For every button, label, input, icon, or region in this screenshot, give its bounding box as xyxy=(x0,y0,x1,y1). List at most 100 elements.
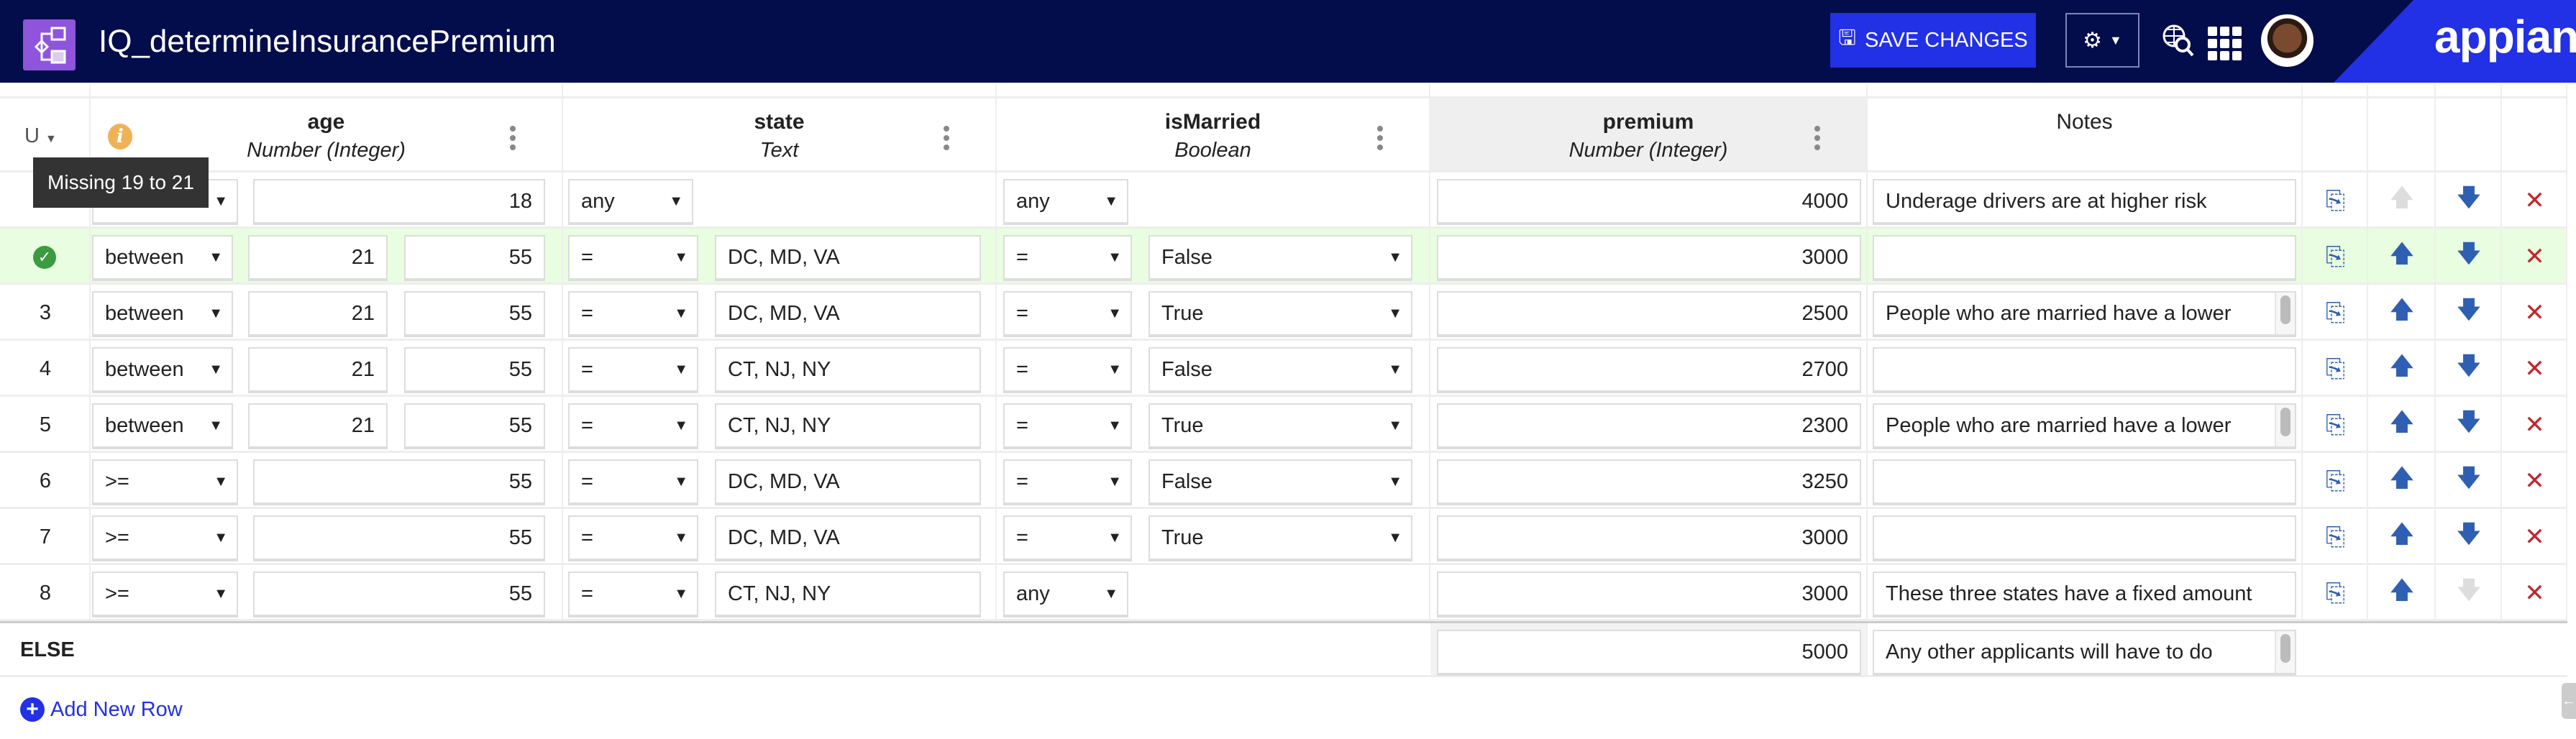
age-operator-select[interactable]: >= xyxy=(92,515,238,561)
age-operator-select[interactable]: >= xyxy=(92,572,238,618)
copy-row-icon[interactable]: ⎘ xyxy=(2303,565,2368,621)
age-min-input[interactable]: 21 xyxy=(248,291,388,337)
move-down-icon[interactable]: 🡇 xyxy=(2436,229,2502,285)
age-max-input[interactable]: 55 xyxy=(404,347,545,393)
column-menu-icon[interactable] xyxy=(1377,126,1383,154)
state-values-input[interactable]: CT, NJ, NY xyxy=(715,403,981,449)
age-operator-select[interactable]: between xyxy=(92,403,233,449)
premium-input[interactable]: 3000 xyxy=(1437,572,1861,618)
move-up-icon[interactable]: 🡅 xyxy=(2368,285,2436,341)
move-up-icon[interactable]: 🡅 xyxy=(2368,453,2436,509)
state-operator-select[interactable]: = xyxy=(568,403,698,449)
move-down-icon[interactable]: 🡇 xyxy=(2436,173,2502,229)
ismarried-operator-select[interactable]: = xyxy=(1003,347,1132,393)
delete-row-icon[interactable]: ✕ xyxy=(2502,509,2567,565)
ismarried-operator-select[interactable]: = xyxy=(1003,515,1132,561)
age-min-input[interactable]: 21 xyxy=(248,235,388,281)
notes-input[interactable] xyxy=(1873,235,2296,281)
age-min-input[interactable]: 21 xyxy=(248,347,388,393)
side-panel-toggle[interactable]: ← xyxy=(2562,683,2576,719)
column-menu-icon[interactable] xyxy=(944,126,949,154)
ismarried-operator-select[interactable]: = xyxy=(1003,235,1132,281)
state-operator-select[interactable]: = xyxy=(568,515,698,561)
age-operator-select[interactable]: >= xyxy=(92,459,238,505)
premium-input[interactable]: 3250 xyxy=(1437,459,1861,505)
notes-scrollbar[interactable] xyxy=(2275,405,2295,446)
premium-input[interactable]: 2300 xyxy=(1437,403,1861,449)
move-up-icon[interactable]: 🡅 xyxy=(2368,509,2436,565)
copy-row-icon[interactable]: ⎘ xyxy=(2303,229,2368,285)
age-max-input[interactable]: 55 xyxy=(404,403,545,449)
ismarried-operator-select[interactable]: = xyxy=(1003,459,1132,505)
state-values-input[interactable]: DC, MD, VA xyxy=(715,515,981,561)
ismarried-value-select[interactable]: False xyxy=(1148,347,1412,393)
app-grid-icon[interactable] xyxy=(2208,27,2242,60)
state-operator-select[interactable]: = xyxy=(568,347,698,393)
ismarried-operator-select[interactable]: = xyxy=(1003,291,1132,337)
age-value-input[interactable]: 55 xyxy=(253,459,545,505)
settings-menu-button[interactable]: ⚙ ▼ xyxy=(2065,13,2139,68)
globe-search-icon[interactable] xyxy=(2161,23,2197,63)
state-values-input[interactable]: DC, MD, VA xyxy=(715,291,981,337)
notes-scrollbar[interactable] xyxy=(2275,293,2295,334)
state-values-input[interactable]: DC, MD, VA xyxy=(715,235,981,281)
age-value-input[interactable]: 55 xyxy=(253,515,545,561)
state-operator-select[interactable]: = xyxy=(568,235,698,281)
age-operator-select[interactable]: between xyxy=(92,347,233,393)
notes-input[interactable]: People who are married have a lower xyxy=(1873,291,2296,337)
move-up-icon[interactable]: 🡅 xyxy=(2368,341,2436,397)
copy-row-icon[interactable]: ⎘ xyxy=(2303,453,2368,509)
delete-row-icon[interactable]: ✕ xyxy=(2502,173,2567,229)
age-operator-select[interactable]: between xyxy=(92,235,233,281)
move-down-icon[interactable]: 🡇 xyxy=(2436,285,2502,341)
delete-row-icon[interactable]: ✕ xyxy=(2502,341,2567,397)
delete-row-icon[interactable]: ✕ xyxy=(2502,453,2567,509)
move-down-icon[interactable]: 🡇 xyxy=(2436,453,2502,509)
age-max-input[interactable]: 55 xyxy=(404,235,545,281)
age-max-input[interactable]: 55 xyxy=(404,291,545,337)
state-operator-select[interactable]: any xyxy=(568,179,693,225)
ismarried-value-select[interactable]: True xyxy=(1148,403,1412,449)
column-menu-icon[interactable] xyxy=(1814,126,1820,154)
notes-input[interactable]: These three states have a fixed amount xyxy=(1873,572,2296,618)
info-icon[interactable]: i xyxy=(108,124,132,150)
ismarried-operator-select[interactable]: = xyxy=(1003,403,1132,449)
delete-row-icon[interactable]: ✕ xyxy=(2502,565,2567,621)
move-up-icon[interactable]: 🡅 xyxy=(2368,229,2436,285)
delete-row-icon[interactable]: ✕ xyxy=(2502,229,2567,285)
delete-row-icon[interactable]: ✕ xyxy=(2502,285,2567,341)
notes-input[interactable] xyxy=(1873,515,2296,561)
ismarried-operator-select[interactable]: any xyxy=(1003,572,1128,618)
add-new-row-link[interactable]: + Add New Row xyxy=(20,697,183,722)
else-notes-input[interactable]: Any other applicants will have to do xyxy=(1873,630,2296,676)
move-up-icon[interactable]: 🡅 xyxy=(2368,565,2436,621)
copy-row-icon[interactable]: ⎘ xyxy=(2303,285,2368,341)
column-menu-icon[interactable] xyxy=(510,126,516,154)
premium-input[interactable]: 4000 xyxy=(1437,179,1861,225)
notes-input[interactable] xyxy=(1873,459,2296,505)
copy-row-icon[interactable]: ⎘ xyxy=(2303,397,2368,453)
state-values-input[interactable]: DC, MD, VA xyxy=(715,459,981,505)
copy-row-icon[interactable]: ⎘ xyxy=(2303,341,2368,397)
ismarried-operator-select[interactable]: any xyxy=(1003,179,1128,225)
state-operator-select[interactable]: = xyxy=(568,459,698,505)
move-down-icon[interactable]: 🡇 xyxy=(2436,397,2502,453)
state-operator-select[interactable]: = xyxy=(568,572,698,618)
delete-row-icon[interactable]: ✕ xyxy=(2502,397,2567,453)
user-avatar[interactable] xyxy=(2261,14,2314,67)
premium-input[interactable]: 2500 xyxy=(1437,291,1861,337)
copy-row-icon[interactable]: ⎘ xyxy=(2303,509,2368,565)
age-value-input[interactable]: 18 xyxy=(253,179,545,225)
move-down-icon[interactable]: 🡇 xyxy=(2436,509,2502,565)
age-min-input[interactable]: 21 xyxy=(248,403,388,449)
ismarried-value-select[interactable]: False xyxy=(1148,459,1412,505)
state-operator-select[interactable]: = xyxy=(568,291,698,337)
notes-scrollbar[interactable] xyxy=(2275,631,2295,673)
ismarried-value-select[interactable]: True xyxy=(1148,291,1412,337)
premium-input[interactable]: 3000 xyxy=(1437,235,1861,281)
age-value-input[interactable]: 55 xyxy=(253,572,545,618)
notes-input[interactable]: People who are married have a lower xyxy=(1873,403,2296,449)
age-operator-select[interactable]: between xyxy=(92,291,233,337)
move-down-icon[interactable]: 🡇 xyxy=(2436,341,2502,397)
premium-input[interactable]: 3000 xyxy=(1437,515,1861,561)
